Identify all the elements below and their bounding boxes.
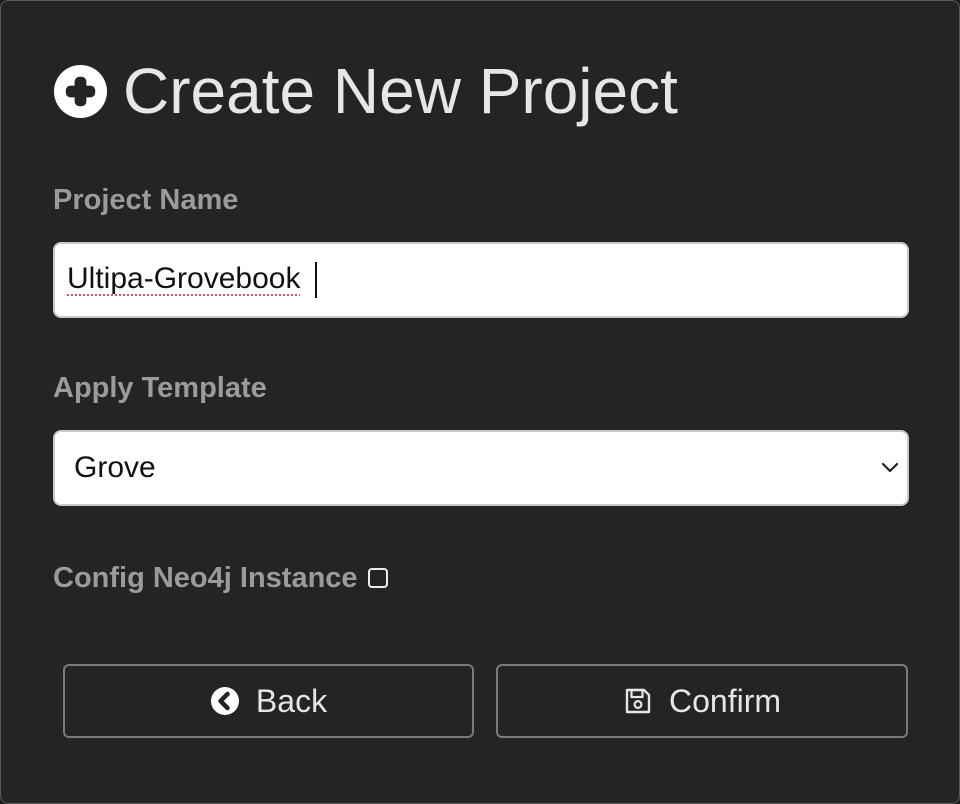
create-project-dialog: Create New Project Project Name Ultipa-G…: [0, 0, 960, 804]
template-selected-value: Grove: [74, 451, 156, 484]
confirm-button[interactable]: Confirm: [496, 664, 908, 738]
project-name-value: Ultipa-Grovebook: [67, 262, 301, 295]
chevron-down-icon: [881, 462, 899, 473]
config-neo4j-row: Config Neo4j Instance: [53, 560, 388, 596]
text-caret: [315, 262, 317, 298]
dialog-header: Create New Project: [53, 53, 678, 129]
confirm-button-label: Confirm: [668, 682, 781, 719]
save-icon: [625, 688, 651, 714]
back-button[interactable]: Back: [63, 664, 474, 738]
plus-circle-icon: [53, 64, 108, 118]
project-name-label: Project Name: [53, 184, 239, 216]
config-neo4j-label: Config Neo4j Instance: [53, 561, 358, 594]
back-button-label: Back: [255, 682, 328, 719]
dialog-title: Create New Project: [123, 55, 678, 127]
project-name-input[interactable]: Ultipa-Grovebook: [53, 242, 909, 318]
template-select[interactable]: Grove: [53, 430, 909, 506]
apply-template-label: Apply Template: [53, 372, 267, 404]
config-neo4j-checkbox[interactable]: [367, 568, 388, 588]
arrow-left-circle-icon: [210, 687, 239, 715]
